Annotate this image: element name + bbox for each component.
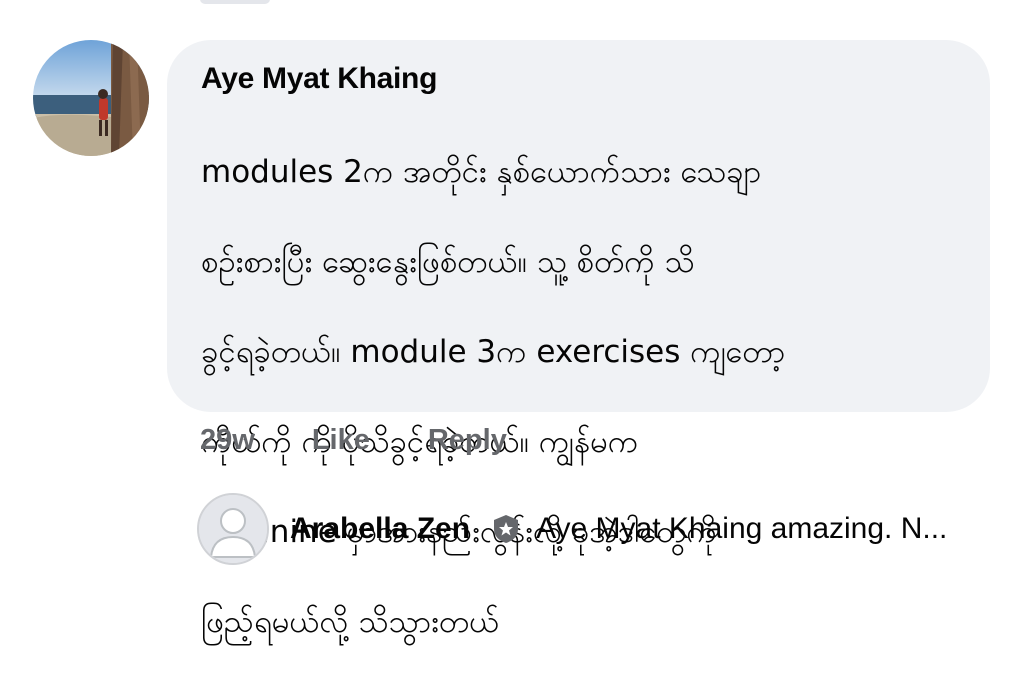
reply-author-name[interactable]: Arabella Zen — [290, 512, 470, 546]
comment-line: modules 2က အတိုင်း နှစ်ယောက်သား သေချာ — [201, 154, 762, 190]
shield-badge-icon — [490, 513, 522, 545]
reply-button[interactable]: Reply — [428, 424, 507, 457]
comment-timestamp[interactable]: 29w — [200, 424, 255, 457]
default-user-icon — [199, 495, 267, 563]
comment-actions: 29w Like Reply — [200, 420, 507, 460]
comment-line: ဖြည့်ရမယ်လို့ သိသွားတယ် — [201, 604, 500, 640]
avatar[interactable] — [33, 40, 149, 156]
comment-text: modules 2က အတိုင်း နှစ်ယောက်သား သေချာ စဉ… — [201, 105, 981, 690]
previous-comment-divider — [200, 0, 270, 4]
avatar-photo — [33, 40, 149, 156]
comment-line: စဉ်းစားပြီး ဆွေးနွေးဖြစ်တယ်။ သူ့ စိတ်ကို… — [201, 244, 695, 280]
reply-preview-text: Aye Myat Khaing amazing. N... — [536, 512, 948, 545]
reply-preview-row[interactable]: Arabella Zen Aye Myat Khaing amazing. N.… — [290, 507, 947, 551]
like-button[interactable]: Like — [312, 424, 370, 457]
comment-author-name[interactable]: Aye Myat Khaing — [201, 62, 437, 96]
reply-avatar[interactable] — [197, 493, 269, 565]
comment-line: ခွင့်ရခဲ့တယ်။ module 3က exercises ကျတော့ — [201, 334, 786, 370]
comment-bubble: Aye Myat Khaing modules 2က အတိုင်း နှစ်ယ… — [167, 40, 990, 640]
